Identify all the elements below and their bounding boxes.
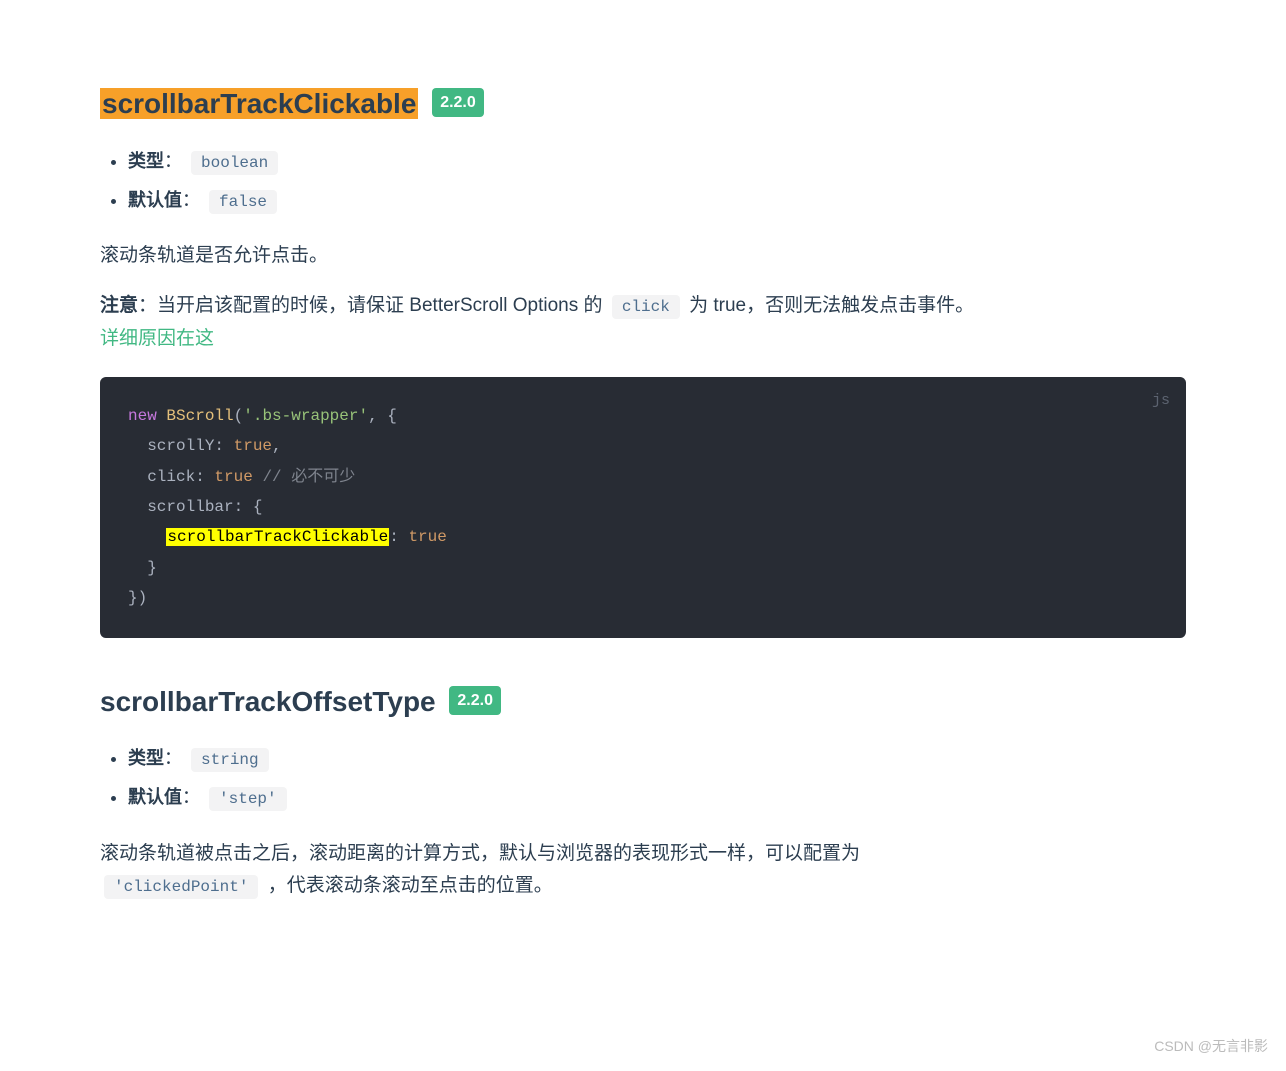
default-label: 默认值 (128, 787, 182, 807)
watermark: CSDN @无言非影 (1154, 1035, 1268, 1059)
default-item: 默认值： 'step' (128, 782, 1186, 813)
title-text: scrollbarTrackOffsetType (100, 686, 436, 717)
desc-inline-code: 'clickedPoint' (104, 875, 258, 899)
section-title-scrollbartrackclickable: scrollbarTrackClickable 2.2.0 (100, 80, 1186, 128)
type-item: 类型： boolean (128, 146, 1186, 177)
desc-after: ，代表滚动条滚动至点击的位置。 (262, 875, 552, 896)
type-item: 类型： string (128, 743, 1186, 774)
default-item: 默认值： false (128, 185, 1186, 216)
type-label: 类型 (128, 151, 164, 171)
note-after: 为 true，否则无法触发点击事件。 (684, 295, 974, 316)
desc-before: 滚动条轨道被点击之后，滚动距离的计算方式，默认与浏览器的表现形式一样，可以配置为 (100, 843, 860, 864)
version-badge: 2.2.0 (449, 686, 501, 715)
code-block: js new BScroll('.bs-wrapper', { scrollY:… (100, 377, 1186, 638)
detail-link[interactable]: 详细原因在这 (100, 328, 214, 349)
note-before: ：当开启该配置的时候，请保证 BetterScroll Options 的 (138, 295, 608, 316)
section-title-scrollbartrackoffsettype: scrollbarTrackOffsetType 2.2.0 (100, 678, 1186, 726)
property-list: 类型： string 默认值： 'step' (100, 743, 1186, 813)
default-label: 默认值 (128, 190, 182, 210)
description: 滚动条轨道被点击之后，滚动距离的计算方式，默认与浏览器的表现形式一样，可以配置为… (100, 838, 1186, 903)
type-value: string (191, 748, 269, 772)
note-inline-code: click (612, 295, 680, 319)
default-value: 'step' (209, 787, 287, 811)
description: 滚动条轨道是否允许点击。 (100, 240, 1186, 272)
code-language-badge: js (1152, 387, 1170, 416)
title-text-highlight: scrollbarTrackClickable (100, 88, 418, 119)
note-paragraph: 注意：当开启该配置的时候，请保证 BetterScroll Options 的 … (100, 290, 1186, 355)
version-badge: 2.2.0 (432, 88, 484, 117)
note-label: 注意 (100, 295, 138, 316)
type-label: 类型 (128, 748, 164, 768)
property-list: 类型： boolean 默认值： false (100, 146, 1186, 216)
highlighted-code-key: scrollbarTrackClickable (166, 528, 389, 546)
type-value: boolean (191, 151, 278, 175)
default-value: false (209, 190, 277, 214)
